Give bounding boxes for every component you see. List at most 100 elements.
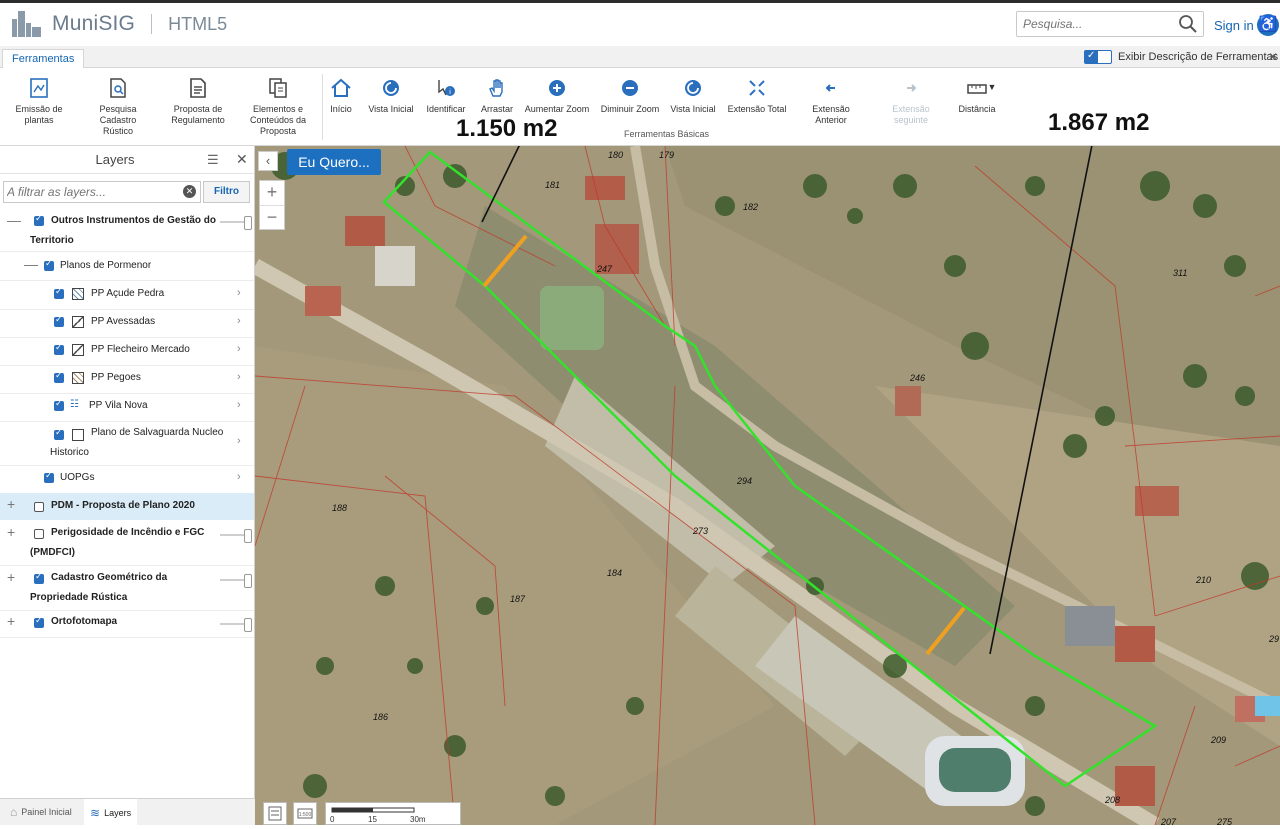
show-description-label: Exibir Descrição de Ferramentas <box>1118 51 1279 63</box>
tool-proposta-regulamento[interactable]: Proposta de Regulamento <box>166 76 230 126</box>
svg-text:1:500: 1:500 <box>299 812 312 818</box>
expand-icon[interactable]: + <box>7 496 15 512</box>
layer-cadastro-geometrico[interactable]: + Cadastro Geométrico da Propriedade Rús… <box>0 568 254 610</box>
parcel-number: 311 <box>1173 268 1188 278</box>
layer-pp-acude-pedra[interactable]: PP Açude Pedra › <box>0 281 254 309</box>
parcel-number: 186 <box>373 712 389 722</box>
zoom-in-button[interactable]: + <box>260 181 284 205</box>
layer-checkbox[interactable] <box>34 615 44 628</box>
search-input[interactable] <box>1017 12 1167 36</box>
layer-pp-pegoes[interactable]: PP Pegoes › <box>0 365 254 393</box>
opacity-slider[interactable] <box>220 618 252 632</box>
tool-elementos-conteudos[interactable]: Elementos e Conteúdos da Proposta <box>246 76 310 137</box>
clear-icon[interactable]: ✕ <box>183 185 196 198</box>
chevron-right-icon[interactable]: › <box>237 371 241 383</box>
chevron-right-icon[interactable]: › <box>237 471 241 483</box>
layer-checkbox[interactable] <box>34 502 44 512</box>
tool-inicio[interactable]: Início <box>326 76 356 115</box>
search-icon[interactable] <box>1177 14 1199 34</box>
layer-pp-avessadas[interactable]: PP Avessadas › <box>0 309 254 337</box>
identify-icon: i <box>438 80 455 96</box>
tool-arrastar[interactable]: Arrastar <box>478 76 516 115</box>
tool-extensao-seguinte[interactable]: Extensão seguinte <box>880 76 942 126</box>
eu-quero-button[interactable]: Eu Quero... <box>287 149 381 175</box>
tool-vista-inicial-2[interactable]: Vista Inicial <box>668 76 718 115</box>
layer-checkbox[interactable] <box>44 258 54 271</box>
expand-icon[interactable]: + <box>7 524 15 540</box>
map-tools-icon[interactable] <box>263 802 287 825</box>
app-logo[interactable]: MuniSIG HTML5 <box>10 9 227 39</box>
zoom-in-icon <box>549 80 565 96</box>
layer-plano-salvaguarda[interactable]: Plano de Salvaguarda Nucleo Historico › <box>0 421 254 465</box>
layer-outros-instrumentos[interactable]: — Outros Instrumentos de Gestão do Terri… <box>0 212 254 254</box>
chevron-right-icon[interactable]: › <box>237 343 241 355</box>
tool-extensao-total[interactable]: Extensão Total <box>726 76 788 115</box>
close-icon[interactable]: ✕ <box>1268 50 1278 64</box>
layer-perigosidade-incendio[interactable]: + Perigosidade de Incêndio e FGC (PMDFCI… <box>0 523 254 565</box>
collapse-icon[interactable]: — <box>7 212 21 228</box>
tool-aumentar-zoom[interactable]: Aumentar Zoom <box>524 76 590 115</box>
layer-checkbox[interactable] <box>54 286 64 299</box>
tool-vista-inicial[interactable]: Vista Inicial <box>366 76 416 115</box>
show-description-toggle[interactable]: Exibir Descrição de Ferramentas <box>1084 50 1278 64</box>
close-icon[interactable]: ✕ <box>236 151 248 168</box>
layer-pp-vila-nova[interactable]: ☷ PP Vila Nova › <box>0 393 254 421</box>
tool-emissao-plantas[interactable]: Emissão de plantas <box>8 76 70 126</box>
expand-icon[interactable]: + <box>7 569 15 585</box>
parcel-number: 247 <box>597 264 613 274</box>
layer-pdm-proposta[interactable]: + PDM - Proposta de Plano 2020 <box>0 493 254 520</box>
sign-in-link[interactable]: Sign in <box>1214 18 1254 33</box>
layer-checkbox[interactable] <box>54 427 64 440</box>
accessibility-icon[interactable]: ♿ <box>1257 14 1279 36</box>
tool-extensao-anterior[interactable]: Extensão Anterior <box>800 76 862 126</box>
parcel-number: 275 <box>1217 817 1233 825</box>
chevron-right-icon[interactable]: › <box>237 287 241 299</box>
refresh-icon <box>383 80 399 96</box>
chevron-right-icon[interactable]: › <box>237 315 241 327</box>
app-name: MuniSIG <box>52 12 136 35</box>
opacity-slider[interactable] <box>220 529 252 543</box>
filter-button[interactable]: Filtro <box>203 181 250 203</box>
opacity-slider[interactable] <box>220 216 252 230</box>
panel-bottom-tabs: ⌂ Painel Inicial ≋ Layers <box>0 798 255 826</box>
parcel-number: 182 <box>743 202 759 212</box>
tool-diminuir-zoom[interactable]: Diminuir Zoom <box>600 76 660 115</box>
zoom-out-button[interactable]: − <box>260 205 284 229</box>
scale-toggle-icon[interactable]: 1:500 <box>293 802 317 825</box>
tool-pesquisa-cadastro[interactable]: Pesquisa Cadastro Rústico <box>88 76 148 137</box>
layer-filter-input[interactable] <box>4 182 174 202</box>
layer-checkbox[interactable] <box>54 370 64 383</box>
menu-icon[interactable]: ☰ <box>207 152 219 168</box>
chevron-right-icon[interactable]: › <box>237 435 241 447</box>
tab-ferramentas[interactable]: Ferramentas <box>2 49 85 69</box>
parcel-number: 246 <box>910 373 926 383</box>
collapse-icon[interactable]: — <box>24 256 38 272</box>
layer-checkbox[interactable] <box>44 470 54 483</box>
layer-uopgs[interactable]: UOPGs › <box>0 466 254 492</box>
expand-icon[interactable]: + <box>7 613 15 629</box>
tab-layers[interactable]: ≋ Layers <box>84 799 138 826</box>
tool-identificar[interactable]: i Identificar <box>424 76 468 115</box>
chevron-right-icon[interactable]: › <box>237 399 241 411</box>
layer-planos-pormenor[interactable]: — Planos de Pormenor <box>0 254 254 280</box>
layer-checkbox[interactable] <box>34 529 44 539</box>
layer-ortofotomapa[interactable]: + Ortofotomapa <box>0 612 254 638</box>
parcel-number: 210 <box>1196 575 1212 585</box>
layer-filter-box: ✕ <box>3 181 201 203</box>
collapse-panel-button[interactable]: ‹ <box>258 151 278 171</box>
layer-checkbox[interactable] <box>54 398 64 411</box>
layer-checkbox[interactable] <box>34 213 44 226</box>
legend-hatch-icon <box>72 344 84 356</box>
layer-checkbox[interactable] <box>34 571 44 584</box>
layer-checkbox[interactable] <box>54 342 64 355</box>
legend-hatch-icon <box>72 316 84 328</box>
chevron-down-icon[interactable]: ▼ <box>986 82 998 93</box>
map-view[interactable]: 180 181 179 182 247 311 246 294 273 188 … <box>255 146 1280 825</box>
search-document-icon <box>110 78 126 98</box>
tab-painel-inicial[interactable]: ⌂ Painel Inicial <box>10 805 72 819</box>
layer-checkbox[interactable] <box>54 314 64 327</box>
opacity-slider[interactable] <box>220 574 252 588</box>
toggle-switch[interactable] <box>1084 50 1112 64</box>
home-icon <box>331 78 351 97</box>
layer-pp-flecheiro-mercado[interactable]: PP Flecheiro Mercado › <box>0 337 254 365</box>
